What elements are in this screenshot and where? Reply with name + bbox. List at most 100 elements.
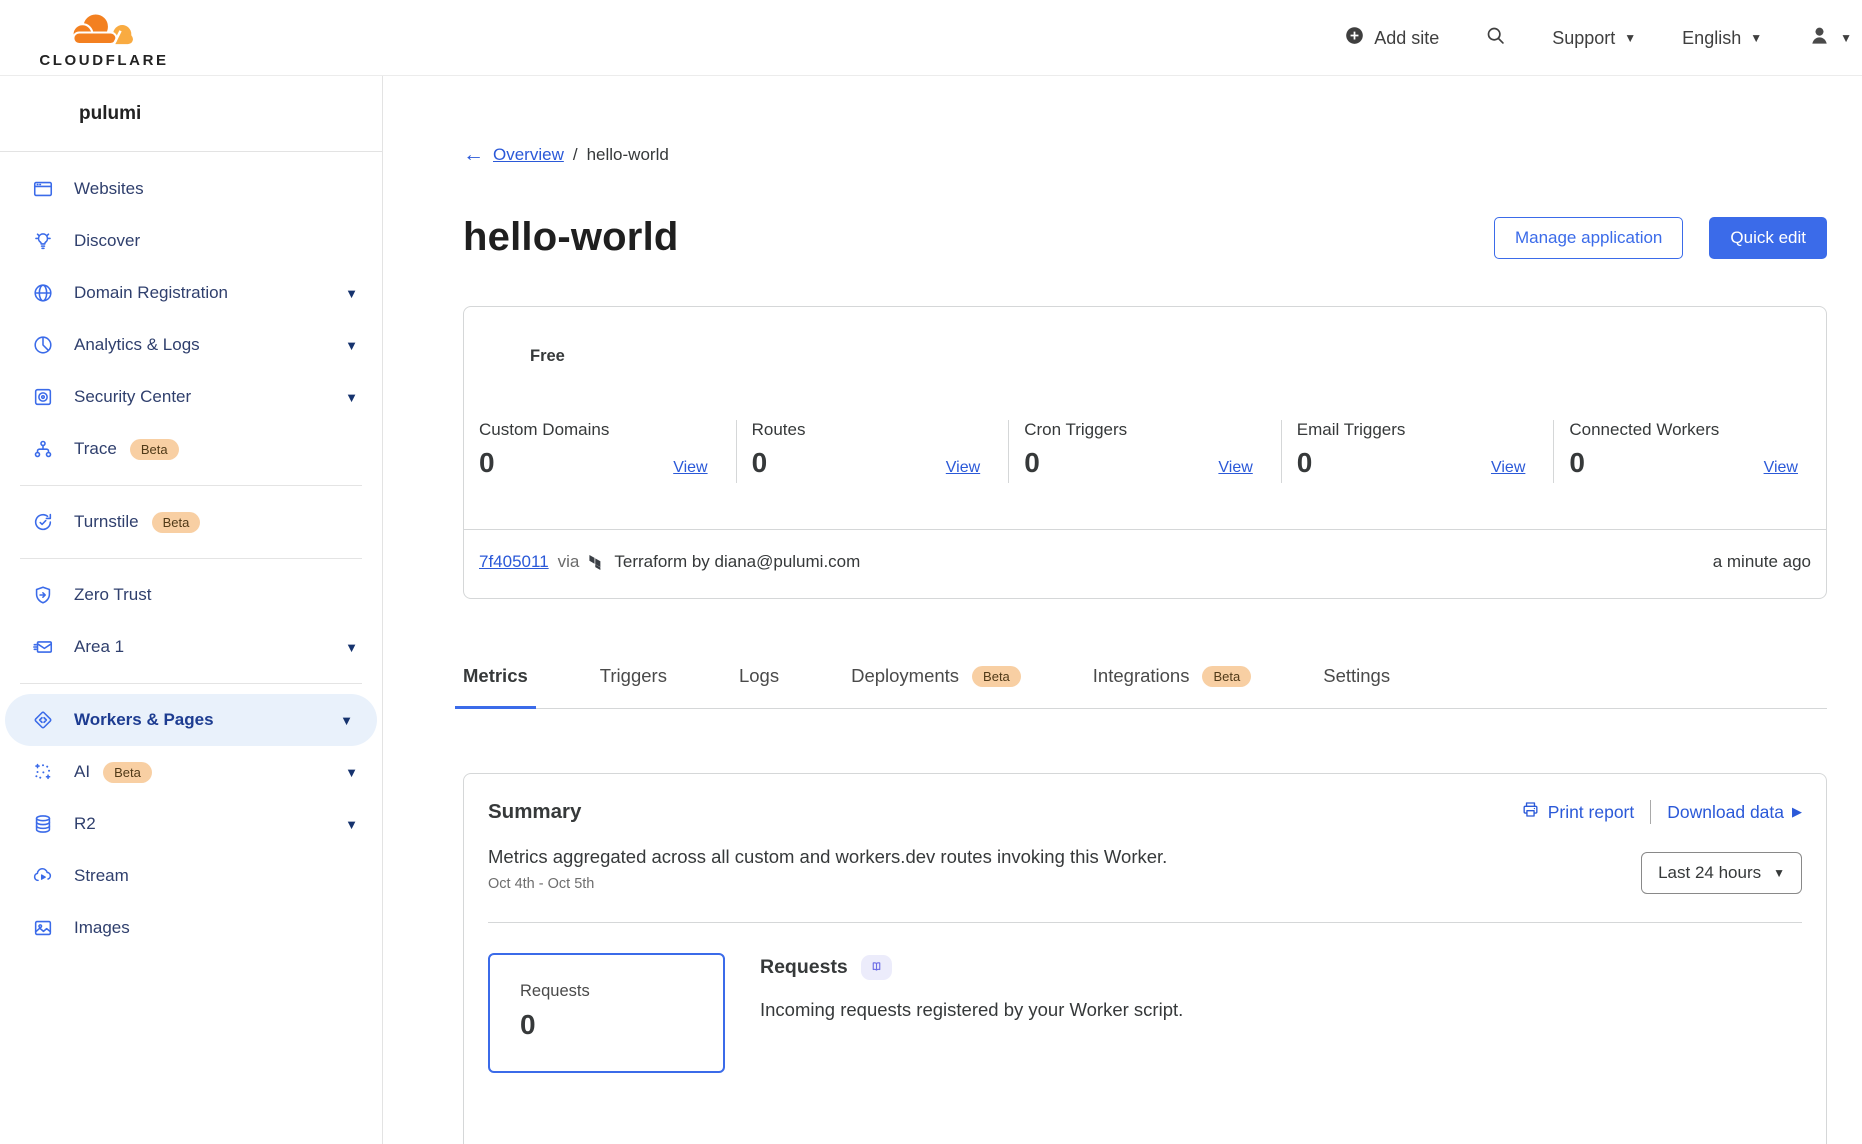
sparkles-icon (32, 761, 54, 783)
back-arrow-icon[interactable]: ← (463, 144, 484, 165)
chevron-down-icon[interactable]: ▼ (345, 817, 358, 832)
beta-badge: Beta (152, 512, 201, 533)
sidebar: pulumi Websites Discover Domain Registra… (0, 76, 383, 1144)
breadcrumb: ← Overview / hello-world (463, 76, 1827, 165)
divider (488, 922, 1802, 923)
divider (20, 558, 362, 559)
summary-date-range: Oct 4th - Oct 5th (488, 876, 1802, 892)
sidebar-item-security-center[interactable]: Security Center ▼ (0, 371, 382, 423)
sidebar-item-images[interactable]: Images (0, 902, 382, 954)
divider (1650, 800, 1651, 824)
plan-label: Free (530, 347, 1826, 366)
terraform-icon (588, 554, 605, 571)
requests-section-description: Incoming requests registered by your Wor… (760, 999, 1183, 1021)
chevron-down-icon[interactable]: ▼ (345, 390, 358, 405)
search-button[interactable] (1485, 25, 1506, 51)
manage-application-button[interactable]: Manage application (1494, 217, 1683, 259)
sidebar-item-workers-pages[interactable]: Workers & Pages ▼ (5, 694, 377, 746)
sidebar-item-websites[interactable]: Websites (0, 163, 382, 215)
sidebar-item-trace[interactable]: Trace Beta (0, 423, 382, 475)
database-icon (32, 813, 54, 835)
chevron-down-icon: ▼ (1750, 32, 1762, 44)
stream-cloud-play-icon (32, 865, 54, 887)
stat-value: 0 (1569, 449, 1585, 477)
cloudflare-cloud-icon (24, 6, 184, 54)
chevron-down-icon[interactable]: ▼ (340, 713, 353, 728)
user-icon (1808, 24, 1831, 52)
sidebar-item-turnstile[interactable]: Turnstile Beta (0, 496, 382, 548)
language-menu[interactable]: English ▼ (1682, 28, 1762, 49)
deployment-source: Terraform by diana@pulumi.com (614, 552, 860, 572)
summary-title: Summary (488, 800, 581, 824)
sidebar-item-r2[interactable]: R2 ▼ (0, 798, 382, 850)
view-link[interactable]: View (1218, 459, 1252, 477)
summary-card: Summary Print report Download data ▶ Met… (463, 773, 1827, 1144)
sidebar-item-discover[interactable]: Discover (0, 215, 382, 267)
quick-edit-button[interactable]: Quick edit (1709, 217, 1827, 259)
sidebar-item-zero-trust[interactable]: Zero Trust (0, 569, 382, 621)
download-data-link[interactable]: Download data ▶ (1667, 802, 1802, 823)
view-link[interactable]: View (1764, 459, 1798, 477)
logo-wordmark: CLOUDFLARE (24, 52, 184, 69)
support-menu[interactable]: Support ▼ (1552, 28, 1636, 49)
top-header: CLOUDFLARE Add site Support ▼ English ▼ … (0, 0, 1862, 76)
chevron-down-icon[interactable]: ▼ (345, 640, 358, 655)
chevron-down-icon: ▼ (1773, 867, 1785, 879)
trace-icon (32, 438, 54, 460)
deployment-row: 7f405011 via Terraform by diana@pulumi.c… (464, 530, 1826, 598)
view-link[interactable]: View (673, 459, 707, 477)
breadcrumb-separator: / (573, 145, 578, 165)
time-range-dropdown[interactable]: Last 24 hours ▼ (1641, 852, 1802, 894)
stat-cron-triggers: Cron Triggers 0 View (1009, 420, 1282, 483)
tab-settings[interactable]: Settings (1315, 665, 1398, 709)
tab-bar: Metrics Triggers Logs Deployments Beta I… (455, 665, 1827, 709)
beta-badge: Beta (1202, 666, 1251, 687)
globe-icon (32, 282, 54, 304)
print-report-link[interactable]: Print report (1521, 800, 1635, 824)
sidebar-item-stream[interactable]: Stream (0, 850, 382, 902)
account-name[interactable]: pulumi (0, 76, 382, 152)
printer-icon (1521, 800, 1540, 824)
stat-value: 0 (479, 449, 495, 477)
chevron-down-icon[interactable]: ▼ (345, 286, 358, 301)
tab-logs[interactable]: Logs (731, 665, 787, 709)
search-icon (1485, 25, 1506, 51)
refresh-check-icon (32, 511, 54, 533)
safe-icon (32, 386, 54, 408)
sidebar-item-area-1[interactable]: Area 1 ▼ (0, 621, 382, 673)
shield-arrow-icon (32, 584, 54, 606)
deployment-time: a minute ago (1713, 552, 1811, 572)
requests-metric-card[interactable]: Requests 0 (488, 953, 725, 1073)
chevron-down-icon: ▼ (1840, 32, 1852, 44)
cloudflare-logo[interactable]: CLOUDFLARE (24, 6, 184, 69)
sidebar-item-analytics-logs[interactable]: Analytics & Logs ▼ (0, 319, 382, 371)
stat-email-triggers: Email Triggers 0 View (1282, 420, 1555, 483)
requests-section-title: Requests (760, 956, 848, 979)
stat-custom-domains: Custom Domains 0 View (464, 420, 737, 483)
overview-card: Free Custom Domains 0 View Routes 0 View… (463, 306, 1827, 599)
chevron-down-icon[interactable]: ▼ (345, 765, 358, 780)
beta-badge: Beta (130, 439, 179, 460)
deployment-commit-link[interactable]: 7f405011 (479, 552, 549, 572)
tab-metrics[interactable]: Metrics (455, 665, 536, 709)
chevron-down-icon[interactable]: ▼ (345, 338, 358, 353)
sidebar-item-ai[interactable]: AI Beta ▼ (0, 746, 382, 798)
sidebar-item-domain-registration[interactable]: Domain Registration ▼ (0, 267, 382, 319)
view-link[interactable]: View (1491, 459, 1525, 477)
tab-deployments[interactable]: Deployments Beta (843, 665, 1029, 709)
account-menu[interactable]: ▼ (1808, 24, 1852, 52)
breadcrumb-current: hello-world (587, 145, 669, 165)
view-link[interactable]: View (946, 459, 980, 477)
workers-pages-icon (32, 709, 54, 731)
divider (20, 485, 362, 486)
docs-icon[interactable] (861, 955, 892, 980)
stat-routes: Routes 0 View (737, 420, 1010, 483)
stat-value: 0 (752, 449, 768, 477)
stat-value: 0 (1297, 449, 1313, 477)
tab-integrations[interactable]: Integrations Beta (1085, 665, 1259, 709)
breadcrumb-overview-link[interactable]: Overview (493, 145, 564, 165)
tab-triggers[interactable]: Triggers (592, 665, 675, 709)
add-site-button[interactable]: Add site (1344, 25, 1439, 51)
plus-circle-icon (1344, 25, 1365, 51)
stat-value: 0 (1024, 449, 1040, 477)
